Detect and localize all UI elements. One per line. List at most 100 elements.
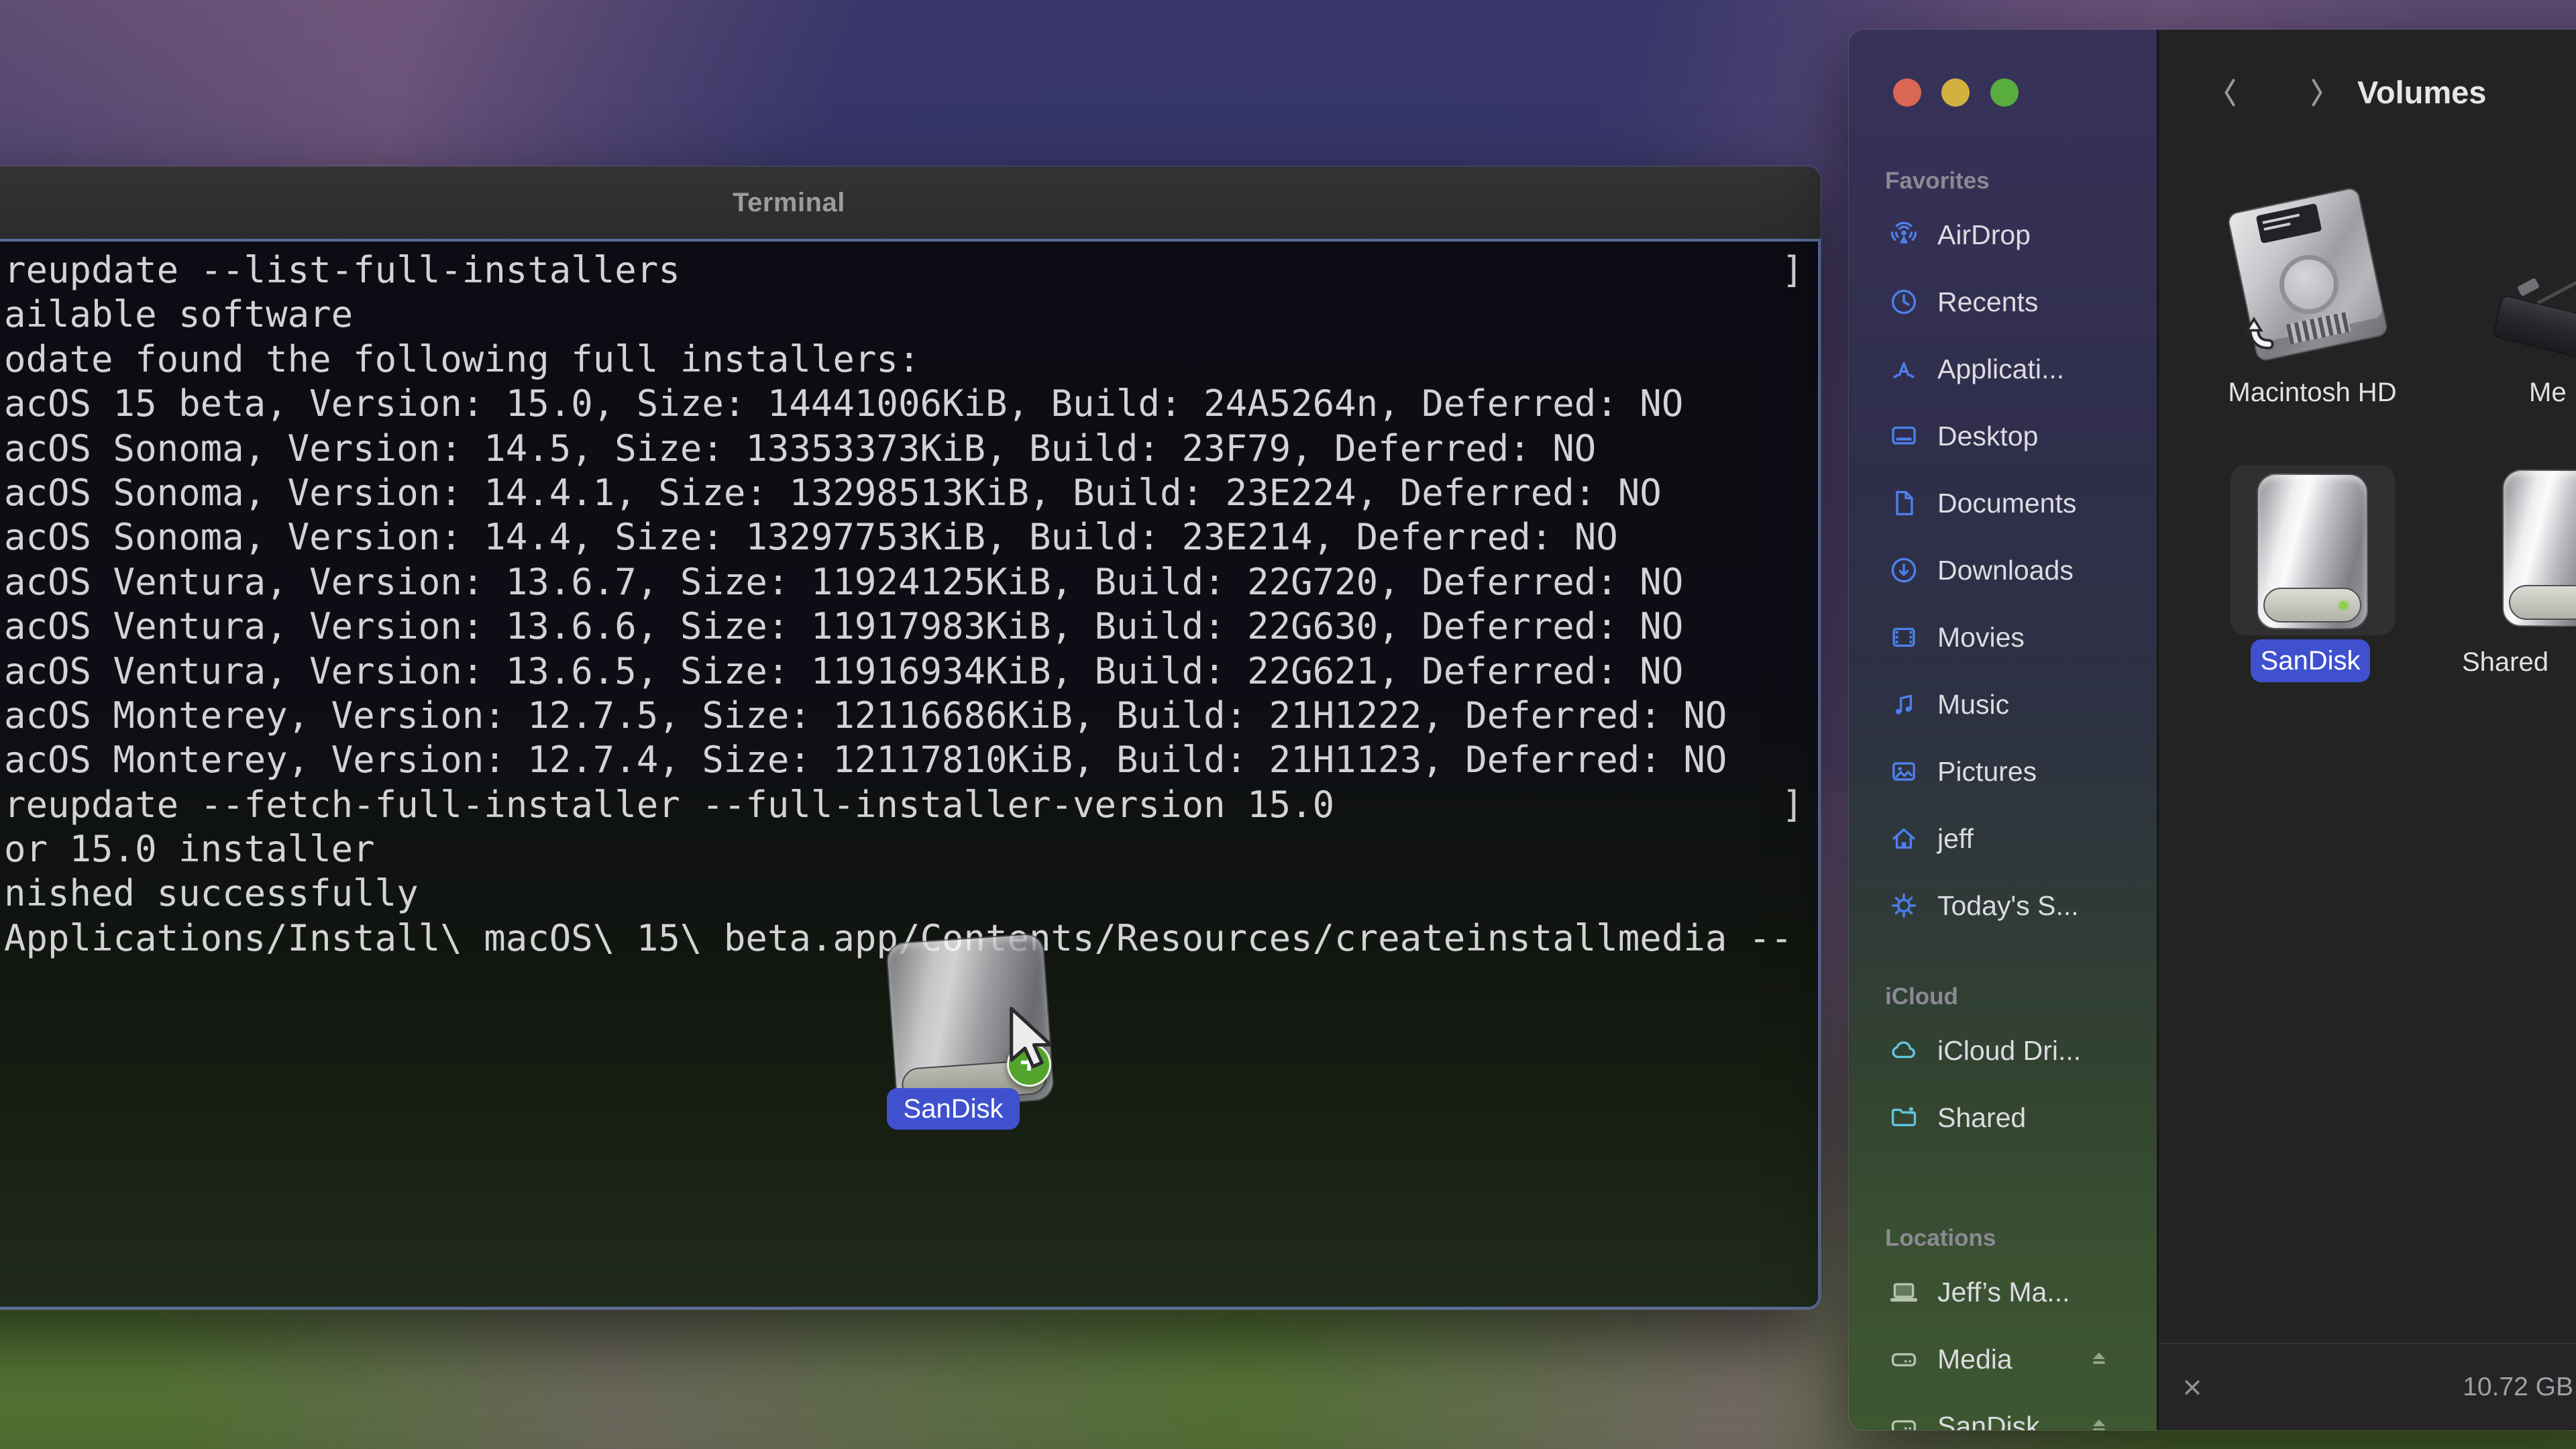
terminal-edge-fragment: ] xyxy=(1782,783,1804,827)
sidebar-item-label: Recents xyxy=(1937,286,2038,318)
back-button[interactable] xyxy=(2215,71,2245,114)
folder-shared-icon xyxy=(1888,1102,1920,1134)
terminal-output: reupdate --list-full-installersailable s… xyxy=(4,248,1792,961)
volume-macintosh-hd[interactable] xyxy=(2241,199,2375,350)
volume-label-sandisk-selected: SanDisk xyxy=(2251,639,2370,682)
sidebar-sections: Favorites AirDrop Recents Applicati... Deskt… xyxy=(1849,161,2157,1430)
volume-media-clipped[interactable] xyxy=(2491,231,2576,378)
terminal-output-line: Applications/Install\ macOS\ 15\ beta.ap… xyxy=(4,916,1792,961)
volume-label-macintosh-hd: Macintosh HD xyxy=(2178,378,2447,408)
sidebar-item-label: jeff xyxy=(1937,823,1974,855)
cancel-icon[interactable]: × xyxy=(2172,1344,2212,1430)
sidebar-item-jeff[interactable]: jeff xyxy=(1849,805,2157,872)
sidebar-item-icloud-dri[interactable]: iCloud Dri... xyxy=(1849,1017,2157,1084)
desktop-icon xyxy=(1888,420,1920,452)
terminal-output-line: reupdate --fetch-full-installer --full-i… xyxy=(4,783,1792,827)
cloud-icon xyxy=(1888,1034,1920,1067)
airdrop-icon xyxy=(1888,219,1920,251)
sidebar-item-shared[interactable]: Shared xyxy=(1849,1084,2157,1151)
home-icon xyxy=(1888,822,1920,855)
terminal-output-line: acOS Sonoma, Version: 14.4.1, Size: 1329… xyxy=(4,471,1792,515)
terminal-output-line: acOS 15 beta, Version: 15.0, Size: 14441… xyxy=(4,382,1792,426)
zoom-button[interactable] xyxy=(1990,78,2019,107)
ssd-drive-icon xyxy=(2492,294,2576,368)
terminal-output-line: acOS Monterey, Version: 12.7.4, Size: 12… xyxy=(4,738,1792,782)
sidebar-item-label: Movies xyxy=(1937,622,2025,653)
sidebar-item-today-s-s[interactable]: Today's S... xyxy=(1849,872,2157,939)
drive-end-cap xyxy=(2509,585,2576,620)
sidebar-item-media[interactable]: Media xyxy=(1849,1326,2157,1393)
chevron-right-icon xyxy=(2302,71,2332,114)
volume-label-media-clipped: Me xyxy=(2529,378,2567,408)
finder-main-pane: Volumes Macintosh HD Me xyxy=(2159,30,2576,1430)
forward-button[interactable] xyxy=(2302,71,2332,114)
terminal-output-line: acOS Ventura, Version: 13.6.7, Size: 119… xyxy=(4,560,1792,604)
sidebar-item-label: Pictures xyxy=(1937,756,2037,788)
laptop-icon xyxy=(1888,1276,1920,1308)
sidebar-item-documents[interactable]: Documents xyxy=(1849,470,2157,537)
volume-sandisk[interactable] xyxy=(2257,474,2368,629)
film-icon xyxy=(1888,621,1920,653)
close-button[interactable] xyxy=(1893,78,1921,107)
sidebar-item-pictures[interactable]: Pictures xyxy=(1849,738,2157,805)
ssd-plug xyxy=(2517,278,2540,297)
gear-icon xyxy=(1888,890,1920,922)
sidebar-item-label: Applicati... xyxy=(1937,354,2064,385)
sidebar-item-label: Shared xyxy=(1937,1102,2026,1134)
sidebar-item-recents[interactable]: Recents xyxy=(1849,268,2157,335)
sidebar-item-label: Documents xyxy=(1937,488,2076,519)
terminal-output-line: reupdate --list-full-installers xyxy=(4,248,1792,292)
terminal-titlebar[interactable]: Terminal xyxy=(0,166,1821,239)
sidebar-item-label: Desktop xyxy=(1937,421,2038,452)
volume-size-text: 10.72 GB xyxy=(2463,1344,2573,1430)
eject-icon[interactable] xyxy=(2084,1411,2114,1430)
alias-arrow-icon xyxy=(2239,311,2281,353)
drive-spindle xyxy=(2279,255,2339,314)
sidebar-item-label: AirDrop xyxy=(1937,219,2031,251)
photo-icon xyxy=(1888,755,1920,788)
volume-shared-clipped[interactable] xyxy=(2502,470,2576,627)
terminal-title: Terminal xyxy=(733,188,845,218)
sidebar-item-downloads[interactable]: Downloads xyxy=(1849,537,2157,604)
sidebar-item-airdrop[interactable]: AirDrop xyxy=(1849,201,2157,268)
sidebar-item-movies[interactable]: Movies xyxy=(1849,604,2157,671)
sidebar-item-label: Media xyxy=(1937,1344,2012,1375)
sidebar-item-music[interactable]: Music xyxy=(1849,671,2157,738)
sidebar-item-desktop[interactable]: Desktop xyxy=(1849,402,2157,470)
eject-icon[interactable] xyxy=(2084,1344,2114,1374)
terminal-output-line: odate found the following full installer… xyxy=(4,337,1792,382)
finder-sidebar: Favorites AirDrop Recents Applicati... Deskt… xyxy=(1849,30,2157,1430)
chevron-left-icon xyxy=(2215,71,2245,114)
drive-led xyxy=(2339,601,2348,610)
terminal-output-line: or 15.0 installer xyxy=(4,827,1792,871)
terminal-content[interactable]: reupdate --list-full-installersailable s… xyxy=(0,239,1821,1309)
music-icon xyxy=(1888,688,1920,720)
desktop: Terminal reupdate --list-full-installers… xyxy=(0,0,2576,1449)
clock-icon xyxy=(1888,286,1920,318)
terminal-output-line: acOS Ventura, Version: 13.6.6, Size: 119… xyxy=(4,604,1792,649)
sidebar-item-label: Jeff’s Ma... xyxy=(1937,1277,2070,1308)
finder-statusbar: × 10.72 GB xyxy=(2159,1343,2576,1430)
sidebar-item-applicati[interactable]: Applicati... xyxy=(1849,335,2157,402)
finder-window-title: Volumes xyxy=(2357,74,2486,111)
sidebar-item-label: SanDisk xyxy=(1937,1411,2040,1431)
sidebar-section-header: iCloud xyxy=(1849,977,2157,1017)
drive-icon xyxy=(1888,1410,1920,1430)
ssd-cable xyxy=(2536,248,2576,305)
drive-icon xyxy=(1888,1343,1920,1375)
sidebar-item-label: Music xyxy=(1937,689,2009,720)
finder-toolbar: Volumes xyxy=(2159,30,2576,130)
terminal-output-line: acOS Sonoma, Version: 14.4, Size: 132977… xyxy=(4,515,1792,559)
sidebar-section-header: Favorites xyxy=(1849,161,2157,201)
sidebar-item-jeff-s-ma[interactable]: Jeff’s Ma... xyxy=(1849,1258,2157,1326)
terminal-output-line: acOS Ventura, Version: 13.6.5, Size: 119… xyxy=(4,649,1792,694)
drive-end-cap xyxy=(2263,588,2361,623)
sidebar-item-sandisk[interactable]: SanDisk xyxy=(1849,1393,2157,1430)
terminal-edge-fragment: ] xyxy=(1782,248,1804,292)
terminal-output-line: ailable software xyxy=(4,292,1792,337)
sidebar-item-label: Today's S... xyxy=(1937,890,2079,922)
sidebar-section-header: Locations xyxy=(1849,1218,2157,1258)
volume-label-shared: Shared xyxy=(2462,647,2548,678)
volume-label-text: SanDisk xyxy=(2261,646,2361,676)
minimize-button[interactable] xyxy=(1941,78,1970,107)
